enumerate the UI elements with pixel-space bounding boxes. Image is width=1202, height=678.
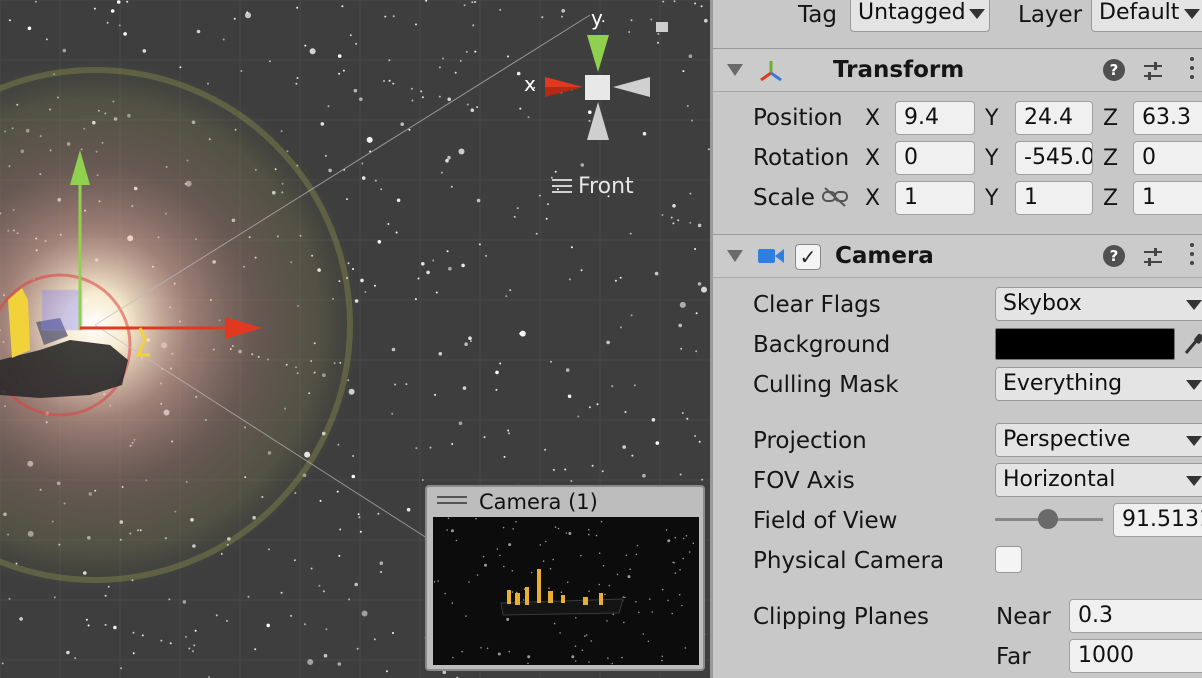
position-z-field[interactable]: 63.3 bbox=[1133, 101, 1202, 135]
position-x-label: X bbox=[865, 106, 881, 131]
position-z-label: Z bbox=[1103, 106, 1119, 131]
camera-header[interactable]: ✓ Camera ? bbox=[713, 234, 1202, 278]
orientation-gizmo-x-cone-top bbox=[545, 77, 583, 87]
scale-x-label: X bbox=[865, 186, 881, 211]
drag-handle-icon[interactable] bbox=[437, 496, 467, 506]
transform-header[interactable]: Transform ? bbox=[713, 48, 1202, 92]
chevron-down-icon bbox=[1186, 476, 1202, 486]
layer-label: Layer bbox=[1018, 2, 1083, 28]
rotation-y-field[interactable]: -545.0 bbox=[1015, 141, 1093, 175]
position-y-label: Y bbox=[985, 106, 999, 131]
scene-view[interactable]: y x Front Camera (1) bbox=[0, 0, 710, 678]
foldout-arrow-icon[interactable] bbox=[727, 64, 743, 76]
position-label: Position bbox=[753, 105, 843, 131]
chevron-down-icon bbox=[1186, 436, 1202, 446]
culling-mask-dropdown[interactable]: Everything bbox=[995, 367, 1202, 401]
far-label: Far bbox=[996, 644, 1031, 670]
position-y-field[interactable]: 24.4 bbox=[1015, 101, 1093, 135]
clipping-planes-label: Clipping Planes bbox=[753, 604, 929, 630]
fov-axis-label: FOV Axis bbox=[753, 468, 855, 494]
gizmo-y-label: y bbox=[591, 6, 603, 30]
projection-label: Projection bbox=[753, 428, 867, 454]
projection-value: Perspective bbox=[1003, 427, 1131, 452]
rotation-x-field[interactable]: 0 bbox=[895, 141, 975, 175]
culling-mask-value: Everything bbox=[1003, 371, 1123, 396]
chevron-down-icon bbox=[1186, 300, 1202, 310]
camera-title: Camera bbox=[835, 243, 934, 269]
chevron-down-icon bbox=[1184, 9, 1200, 19]
far-clip-field[interactable]: 1000 bbox=[1069, 639, 1202, 673]
tag-dropdown[interactable]: Untagged bbox=[850, 0, 990, 32]
position-x-field[interactable]: 9.4 bbox=[895, 101, 975, 135]
clear-flags-label: Clear Flags bbox=[753, 292, 881, 318]
fov-axis-value: Horizontal bbox=[1003, 467, 1116, 492]
view-menu-icon bbox=[552, 179, 572, 193]
rotation-label: Rotation bbox=[753, 145, 850, 171]
rotation-z-label: Z bbox=[1103, 146, 1119, 171]
more-options-icon[interactable] bbox=[1189, 243, 1195, 269]
chevron-down-icon bbox=[969, 9, 985, 19]
rotation-y-label: Y bbox=[985, 146, 999, 171]
scale-y-label: Y bbox=[985, 186, 999, 211]
field-of-view-label: Field of View bbox=[753, 508, 898, 534]
near-label: Near bbox=[996, 604, 1051, 630]
fov-axis-dropdown[interactable]: Horizontal bbox=[995, 463, 1202, 497]
scale-z-label: Z bbox=[1103, 186, 1119, 211]
projection-dropdown[interactable]: Perspective bbox=[995, 423, 1202, 457]
eyedropper-icon[interactable] bbox=[1183, 332, 1202, 356]
camera-preview-window[interactable]: Camera (1) bbox=[425, 485, 705, 671]
physical-camera-label: Physical Camera bbox=[753, 548, 945, 574]
inspector-panel: Tag Untagged Layer Default Transform ? P… bbox=[710, 0, 1202, 678]
scale-y-field[interactable]: 1 bbox=[1015, 181, 1093, 215]
help-icon[interactable]: ? bbox=[1103, 59, 1125, 81]
camera-preview-render bbox=[433, 517, 699, 665]
background-color-swatch[interactable] bbox=[995, 328, 1175, 360]
orientation-gizmo-y-cone bbox=[587, 35, 609, 72]
camera-icon bbox=[758, 249, 784, 263]
presets-icon[interactable] bbox=[1141, 59, 1165, 83]
field-of-view-field[interactable]: 91.5131 bbox=[1113, 503, 1202, 537]
tag-value: Untagged bbox=[858, 0, 966, 25]
view-orientation-label[interactable]: Front bbox=[578, 176, 634, 198]
rotation-z-field[interactable]: 0 bbox=[1133, 141, 1202, 175]
scene-object-yellow-part bbox=[8, 288, 30, 358]
background-label: Background bbox=[753, 332, 891, 358]
clear-flags-dropdown[interactable]: Skybox bbox=[995, 287, 1202, 321]
transform-title: Transform bbox=[833, 57, 965, 83]
transform-icon bbox=[760, 61, 782, 82]
layer-dropdown[interactable]: Default bbox=[1091, 0, 1202, 32]
orientation-gizmo-center bbox=[585, 75, 610, 100]
unity-editor: y x Front Camera (1) Tag Untagged Layer … bbox=[0, 0, 1202, 678]
more-options-icon[interactable] bbox=[1189, 57, 1195, 83]
near-clip-field[interactable]: 0.3 bbox=[1069, 599, 1202, 633]
camera-preview-title: Camera (1) bbox=[479, 490, 598, 514]
orientation-gizmo-x-cone-bottom bbox=[545, 87, 583, 97]
scale-label: Scale bbox=[753, 185, 815, 211]
foldout-arrow-icon[interactable] bbox=[727, 250, 743, 262]
culling-mask-label: Culling Mask bbox=[753, 372, 899, 398]
scene-lock-icon bbox=[656, 22, 668, 32]
presets-icon[interactable] bbox=[1141, 245, 1165, 269]
gizmo-x-label: x bbox=[524, 72, 536, 96]
unlink-icon[interactable] bbox=[821, 186, 849, 208]
clear-flags-value: Skybox bbox=[1003, 291, 1082, 316]
field-of-view-slider-handle[interactable] bbox=[1038, 509, 1058, 529]
tag-label: Tag bbox=[798, 2, 837, 28]
physical-camera-checkbox[interactable] bbox=[995, 546, 1022, 573]
chevron-down-icon bbox=[1186, 380, 1202, 390]
layer-value: Default bbox=[1099, 0, 1180, 25]
camera-enabled-checkbox[interactable]: ✓ bbox=[795, 244, 821, 270]
scale-x-field[interactable]: 1 bbox=[895, 181, 975, 215]
orientation-gizmo-neg-x-cone bbox=[613, 77, 650, 97]
move-gizmo-plane bbox=[41, 289, 83, 331]
help-icon[interactable]: ? bbox=[1103, 245, 1125, 267]
rotation-x-label: X bbox=[865, 146, 881, 171]
scale-z-field[interactable]: 1 bbox=[1133, 181, 1202, 215]
